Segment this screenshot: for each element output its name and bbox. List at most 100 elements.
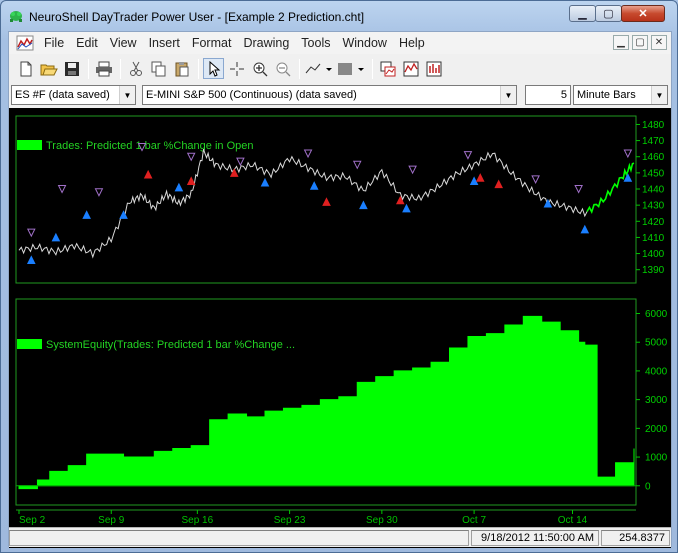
paste-icon[interactable] [171, 58, 192, 79]
chart-style-icon[interactable] [400, 58, 421, 79]
crosshair-icon[interactable] [226, 58, 247, 79]
menu-format[interactable]: Format [186, 36, 238, 50]
cut-icon[interactable] [125, 58, 146, 79]
instrument-select[interactable]: E-MINI S&P 500 (Continuous) (data saved)… [142, 85, 517, 105]
bar-type-select[interactable]: Minute Bars ▼ [573, 85, 668, 105]
minimize-icon: ▁ [617, 37, 625, 48]
title-bar[interactable]: NeuroShell DayTrader Power User - [Examp… [1, 1, 678, 31]
sell-marker [26, 228, 36, 238]
mdi-close-button[interactable]: ✕ [651, 35, 667, 50]
equity-y-tick-label: 2000 [645, 424, 668, 435]
price-y-tick-label: 1460 [642, 152, 665, 163]
symbol-select-value: ES #F (data saved) [15, 89, 110, 101]
menu-window[interactable]: Window [336, 36, 392, 50]
instrument-select-value: E-MINI S&P 500 (Continuous) (data saved) [146, 89, 357, 101]
date-tick-label: Oct 7 [462, 515, 486, 526]
menu-file[interactable]: File [38, 36, 70, 50]
short-marker [395, 195, 405, 205]
minimize-button[interactable]: ▁ [569, 5, 596, 22]
restore-icon: ▢ [635, 37, 645, 48]
line-draw-icon[interactable] [304, 58, 334, 79]
symbol-select[interactable]: ES #F (data saved) ▼ [11, 85, 136, 105]
toolbar-separator [198, 58, 199, 79]
price-y-tick-label: 1390 [642, 265, 665, 276]
status-datetime: 9/18/2012 11:50:00 AM [471, 530, 599, 546]
save-icon[interactable] [61, 58, 82, 79]
buy-marker [26, 255, 36, 265]
menu-insert[interactable]: Insert [143, 36, 186, 50]
date-tick-label: Sep 9 [98, 515, 125, 526]
new-file-icon[interactable] [15, 58, 36, 79]
chart-document-icon[interactable] [16, 35, 34, 51]
menu-help[interactable]: Help [393, 36, 431, 50]
bar-count-value: 5 [560, 89, 567, 101]
price-y-tick-label: 1410 [642, 233, 665, 244]
fill-pattern-icon[interactable] [336, 58, 366, 79]
open-folder-icon[interactable] [38, 58, 59, 79]
equity-y-tick-label: 0 [645, 481, 651, 492]
zoom-in-icon[interactable] [249, 58, 270, 79]
equity-y-tick-label: 6000 [645, 309, 668, 320]
sell-marker [303, 149, 313, 159]
buy-marker [402, 203, 411, 213]
menu-view[interactable]: View [104, 36, 143, 50]
equity-panel-title: SystemEquity(Trades: Predicted 1 bar %Ch… [46, 339, 295, 351]
close-icon: ✕ [638, 8, 648, 20]
chart-window-icon[interactable] [377, 58, 398, 79]
zoom-out-icon[interactable] [272, 58, 293, 79]
price-y-tick-label: 1420 [642, 217, 665, 228]
chevron-down-icon[interactable]: ▼ [500, 86, 516, 104]
pointer-icon[interactable] [203, 58, 224, 79]
menu-drawing[interactable]: Drawing [237, 36, 295, 50]
equity-legend-swatch [17, 339, 42, 349]
date-axis: Sep 2 Sep 9 Sep 16 Sep 23 Sep 30 Oct 7 Oct 14 [18, 510, 588, 526]
chevron-down-icon[interactable]: ▼ [119, 86, 135, 104]
client-area: File Edit View Insert Format Drawing Too… [8, 31, 672, 548]
menu-edit[interactable]: Edit [70, 36, 104, 50]
buy-marker [309, 181, 319, 190]
mdi-minimize-button[interactable]: ▁ [613, 35, 629, 50]
chart-bars-icon[interactable] [423, 58, 444, 79]
window-title: NeuroShell DayTrader Power User - [Examp… [29, 10, 365, 24]
bar-type-select-value: Minute Bars [577, 89, 636, 101]
price-y-tick-label: 1470 [642, 136, 665, 147]
menu-tools[interactable]: Tools [295, 36, 336, 50]
price-panel-title: Trades: Predicted 1 bar %Change in Open [46, 140, 254, 152]
buy-marker [359, 200, 368, 210]
sell-marker [186, 152, 196, 162]
sell-marker [623, 149, 633, 159]
date-tick-label: Sep 2 [19, 515, 46, 526]
maximize-button[interactable]: ▢ [595, 5, 622, 22]
equity-y-tick-label: 3000 [645, 395, 668, 406]
chart-area[interactable]: Trades: Predicted 1 bar %Change in Open … [9, 108, 671, 548]
short-marker [143, 169, 153, 179]
buy-marker [51, 232, 61, 242]
sell-marker [574, 185, 583, 194]
status-message-box [9, 530, 469, 546]
copy-icon[interactable] [148, 58, 169, 79]
buy-marker [580, 224, 590, 234]
minimize-icon: ▁ [578, 8, 587, 20]
price-y-tick-label: 1430 [642, 201, 665, 212]
toolbar-separator [88, 58, 89, 79]
bar-count-field[interactable]: 5 [525, 85, 571, 105]
menu-bar: File Edit View Insert Format Drawing Too… [9, 32, 671, 54]
print-icon[interactable] [93, 58, 114, 79]
toolbar [9, 55, 671, 82]
date-tick-label: Sep 23 [274, 515, 306, 526]
chevron-down-icon[interactable]: ▼ [651, 86, 667, 104]
selector-bar: ES #F (data saved) ▼ E-MINI S&P 500 (Con… [9, 83, 671, 107]
short-marker [494, 179, 504, 189]
buy-marker [260, 177, 270, 187]
price-legend-swatch [17, 140, 42, 150]
sell-marker [236, 157, 245, 167]
close-button[interactable]: ✕ [621, 5, 665, 22]
buy-marker [174, 182, 184, 192]
status-value: 254.8377 [601, 530, 670, 546]
mdi-restore-button[interactable]: ▢ [632, 35, 648, 50]
chart-canvas[interactable]: Trades: Predicted 1 bar %Change in Open … [9, 108, 671, 528]
close-icon: ✕ [654, 37, 664, 48]
sell-marker [57, 185, 67, 194]
price-line-live [586, 162, 635, 215]
short-marker [186, 176, 196, 185]
